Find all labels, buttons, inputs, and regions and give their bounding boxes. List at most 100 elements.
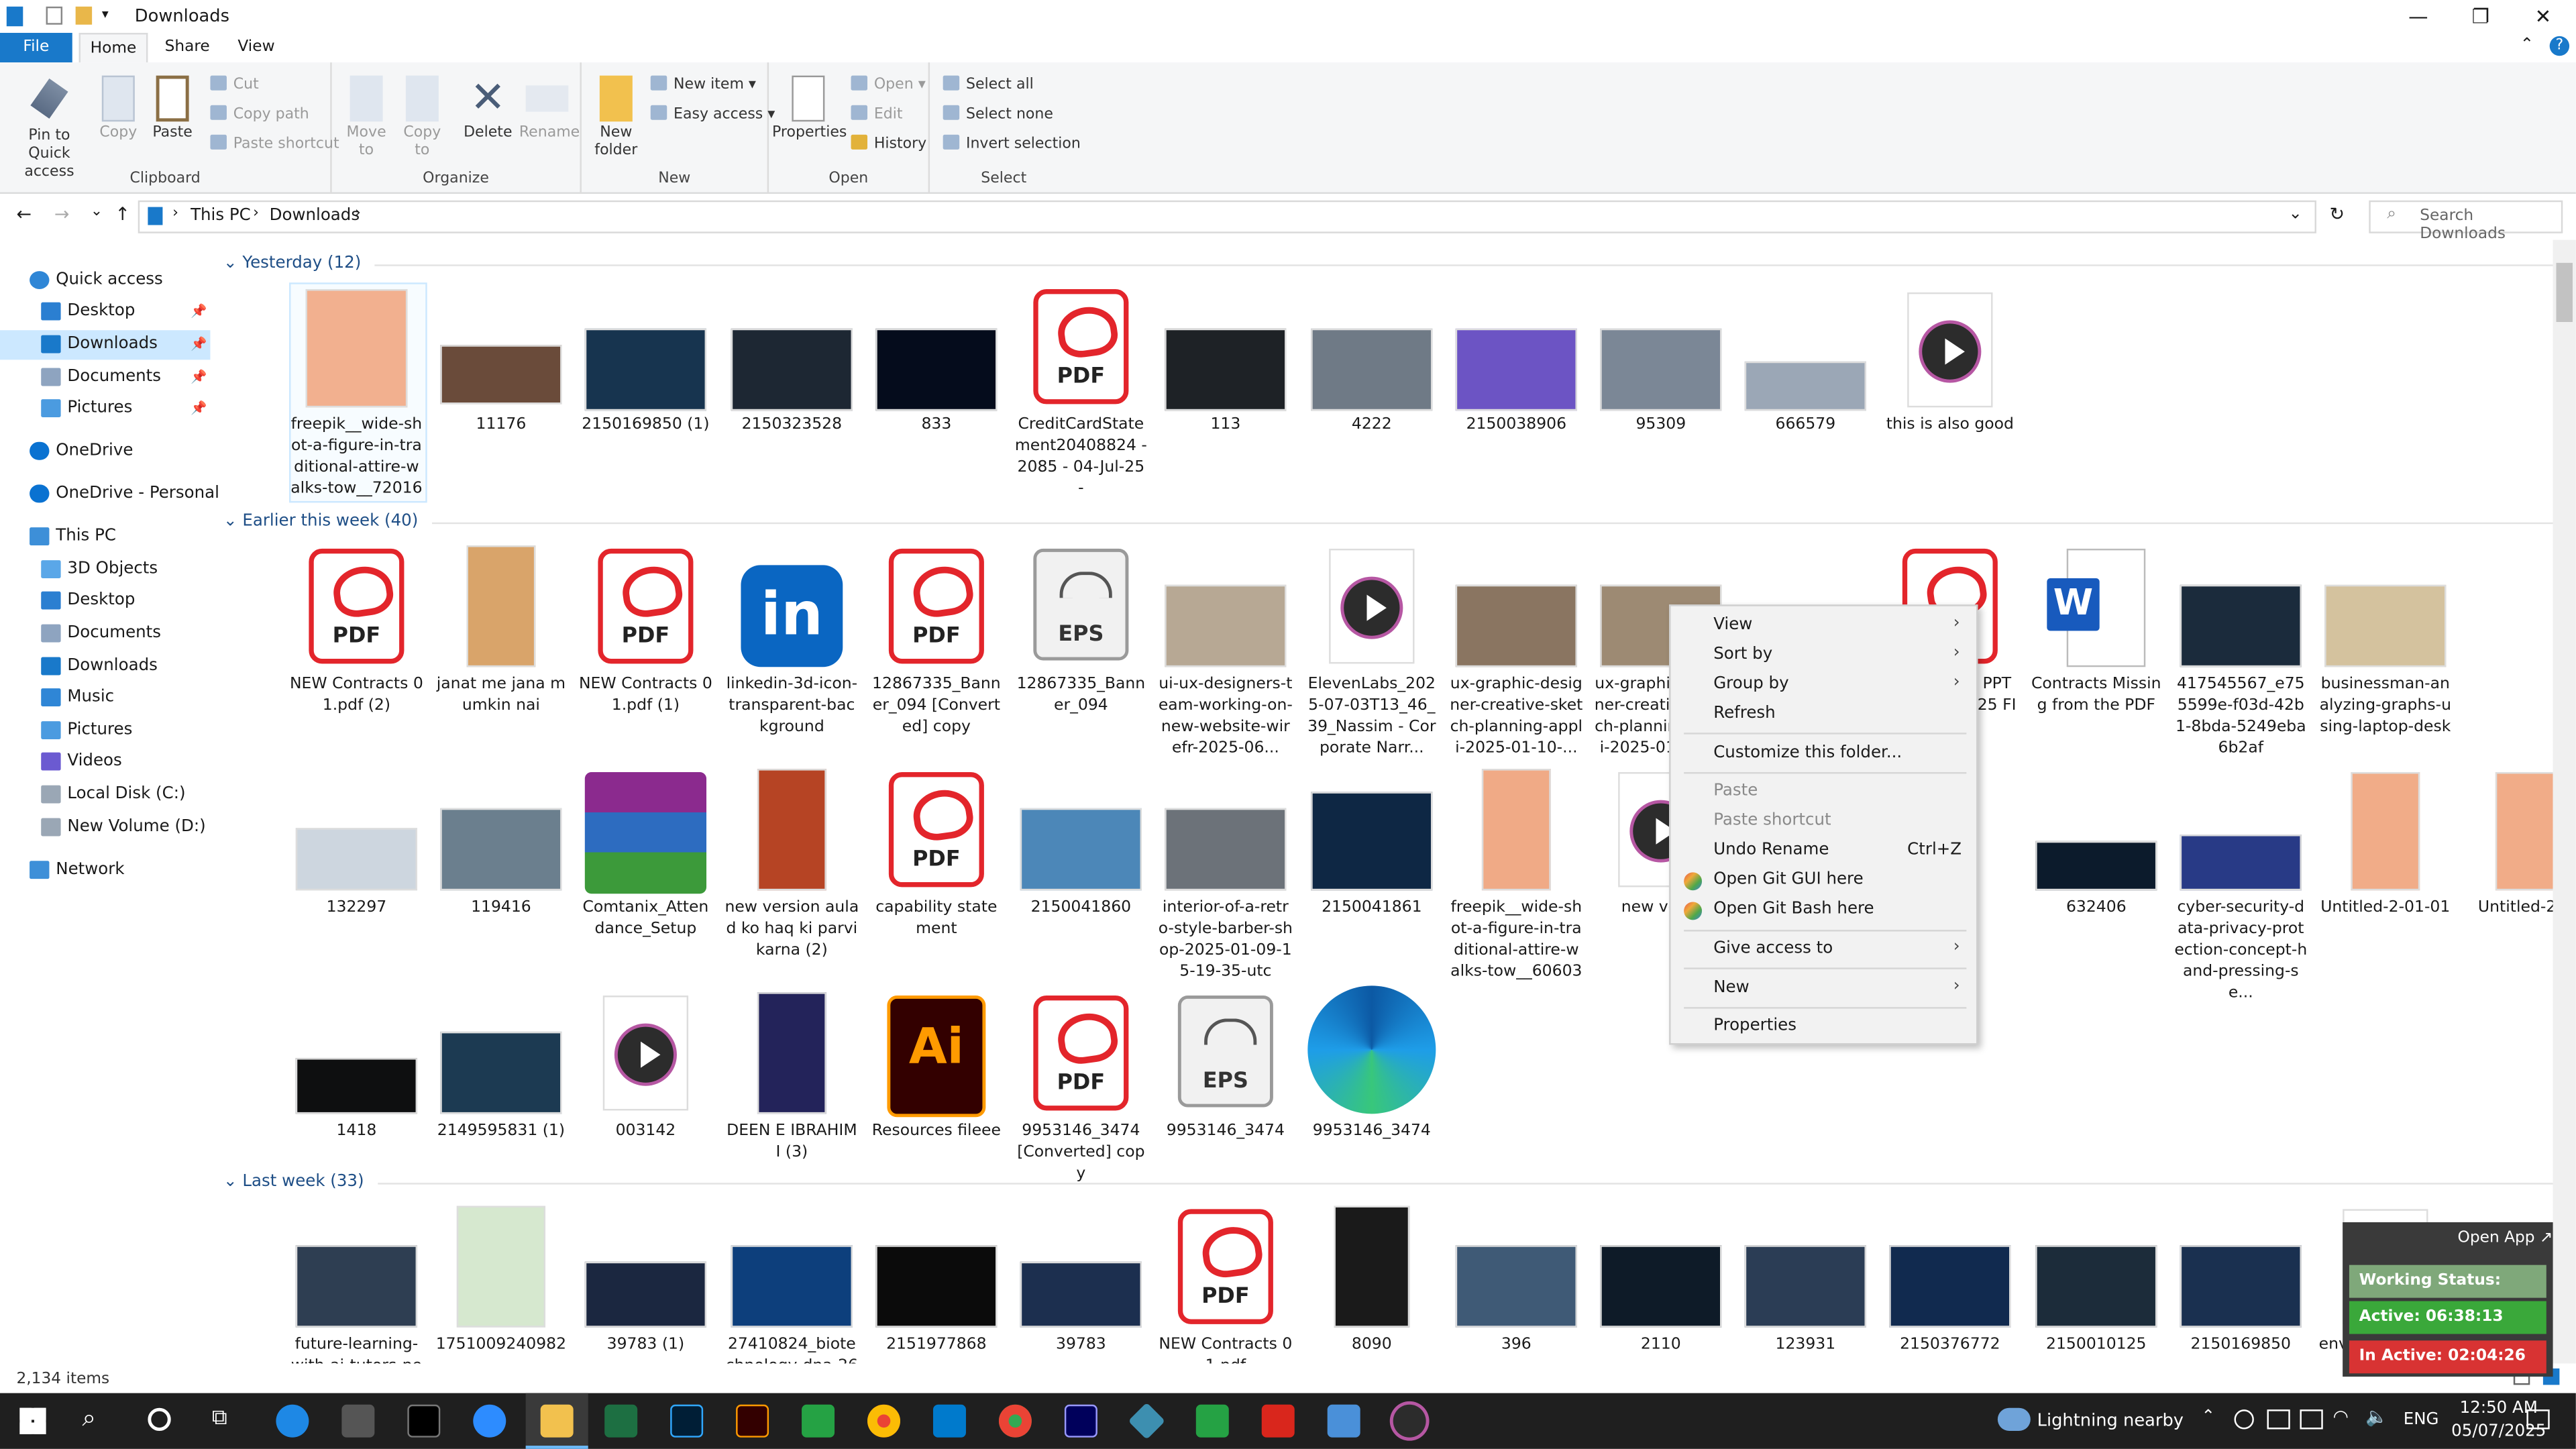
maximize-button[interactable]: ❐ xyxy=(2451,0,2510,33)
nav-pc-documents[interactable]: Documents xyxy=(41,619,161,649)
scrollbar-thumb[interactable] xyxy=(2556,262,2573,322)
language-indicator[interactable]: ENG xyxy=(2404,1411,2439,1430)
vscode-taskbar-icon[interactable] xyxy=(932,1404,966,1438)
history-button[interactable]: History xyxy=(851,134,926,153)
up-arrow-icon[interactable]: ↑ xyxy=(115,204,130,225)
address-dropdown-icon[interactable]: ⌄ xyxy=(2288,205,2302,223)
nav-onedrive[interactable]: OneDrive xyxy=(30,437,133,466)
nav-pc-new-volume[interactable]: New Volume (D:) xyxy=(41,813,206,843)
chrome-profile-taskbar-icon[interactable] xyxy=(998,1404,1032,1438)
collapse-ribbon-icon[interactable]: ⌃ xyxy=(2520,36,2534,54)
menu-paste[interactable]: Paste xyxy=(1713,782,1758,800)
new-folder-button[interactable]: New folder xyxy=(588,75,644,161)
nav-qa-downloads[interactable]: Downloads 📌 xyxy=(41,330,207,360)
group-header-earlier-this-week[interactable]: ⌄ Earlier this week (40) xyxy=(223,513,2553,531)
pen-taskbar-icon[interactable] xyxy=(341,1404,375,1438)
task-view-icon[interactable]: ⧉ xyxy=(212,1406,227,1431)
move-to-button[interactable]: Move to xyxy=(341,75,390,161)
windows-start-icon[interactable] xyxy=(19,1407,46,1434)
minimize-button[interactable]: — xyxy=(2389,0,2448,33)
tab-home[interactable]: Home xyxy=(78,32,148,63)
menu-paste-shortcut[interactable]: Paste shortcut xyxy=(1713,812,1831,830)
menu-customize-folder[interactable]: Customize this folder... xyxy=(1713,744,1902,762)
file-item[interactable]: PDF 9953146_3474 [Converted] copy xyxy=(1014,240,1148,1183)
new-item-button[interactable]: New item ▾ xyxy=(650,75,756,94)
weather-icon[interactable] xyxy=(1997,1407,2031,1431)
cut-button[interactable]: Cut xyxy=(210,75,259,94)
nav-onedrive-personal[interactable]: OneDrive - Personal xyxy=(30,480,219,509)
calculator-taskbar-icon[interactable] xyxy=(1327,1404,1360,1438)
menu-undo-rename[interactable]: Undo Rename xyxy=(1713,841,1829,859)
invert-selection-button[interactable]: Invert selection xyxy=(943,134,1081,153)
copy-to-button[interactable]: Copy to xyxy=(398,75,447,161)
cortana-icon[interactable] xyxy=(148,1407,171,1431)
menu-group-by[interactable]: Group by xyxy=(1713,675,1788,693)
help-icon[interactable]: ? xyxy=(2549,36,2570,56)
breadcrumb-this-pc[interactable]: This PC xyxy=(191,207,251,225)
menu-view[interactable]: View xyxy=(1713,616,1752,634)
nav-pc-local-disk[interactable]: Local Disk (C:) xyxy=(41,780,186,810)
tab-view[interactable]: View xyxy=(223,33,289,62)
breadcrumb-chevron-icon[interactable]: › xyxy=(172,205,178,221)
back-arrow-icon[interactable]: ← xyxy=(16,204,32,225)
nav-pc-3d-objects[interactable]: 3D Objects xyxy=(41,555,158,585)
edit-button[interactable]: Edit xyxy=(851,105,903,123)
green-app-taskbar-icon[interactable] xyxy=(802,1404,835,1438)
premiere-taskbar-icon[interactable] xyxy=(1064,1404,1097,1438)
forward-arrow-icon[interactable]: → xyxy=(54,204,70,225)
nav-this-pc[interactable]: This PC xyxy=(30,523,116,552)
tray-monitor-icon[interactable] xyxy=(2267,1409,2290,1430)
photoshop-taskbar-icon[interactable] xyxy=(670,1404,704,1438)
excel-taskbar-icon[interactable] xyxy=(604,1404,638,1438)
taskbar-search-icon[interactable]: ⌕ xyxy=(82,1403,96,1432)
rename-button[interactable]: Rename xyxy=(519,76,580,143)
file-item[interactable]: PDF NEW Contracts 01.pdf xyxy=(1158,240,1293,1364)
nav-qa-documents[interactable]: Documents 📌 xyxy=(41,363,207,392)
tray-app-icon[interactable] xyxy=(2234,1409,2254,1430)
file-item[interactable]: PDF capability statement xyxy=(869,240,1004,938)
menu-sort-by[interactable]: Sort by xyxy=(1713,645,1772,663)
close-button[interactable]: ✕ xyxy=(2514,0,2573,33)
media-player-taskbar-icon[interactable] xyxy=(1393,1404,1426,1438)
select-none-button[interactable]: Select none xyxy=(943,105,1053,123)
nav-pc-music[interactable]: Music xyxy=(41,684,114,713)
search-input[interactable]: ⌕ Search Downloads xyxy=(2369,200,2563,243)
nav-pc-pictures[interactable]: Pictures xyxy=(41,716,132,746)
address-bar[interactable]: › This PC › Downloads › ⌄ xyxy=(138,200,2316,233)
refresh-icon[interactable]: ↻ xyxy=(2330,204,2345,225)
zoom-taskbar-icon[interactable] xyxy=(473,1404,506,1438)
menu-refresh[interactable]: Refresh xyxy=(1713,705,1775,723)
file-explorer-taskbar-icon[interactable] xyxy=(540,1404,574,1438)
open-button[interactable]: Open ▾ xyxy=(851,75,926,94)
battery-icon[interactable] xyxy=(2300,1409,2323,1430)
nav-quick-access[interactable]: Quick access xyxy=(30,266,163,296)
terminal-taskbar-icon[interactable] xyxy=(407,1404,441,1438)
recent-locations-icon[interactable]: ⌄ xyxy=(91,204,103,220)
vertical-scrollbar[interactable] xyxy=(2553,239,2576,1364)
file-item[interactable]: PDFAVENUE 18 PPT 14 - MAY 2025 FINALL xyxy=(1882,240,2017,736)
file-item[interactable]: new voice xyxy=(1593,240,1728,916)
volume-icon[interactable]: 🔈 xyxy=(2365,1406,2388,1428)
menu-open-git-gui[interactable]: Open Git GUI here xyxy=(1713,871,1863,889)
show-hidden-icons-icon[interactable]: ⌃ xyxy=(2202,1408,2216,1426)
copy-path-button[interactable]: Copy path xyxy=(210,105,309,123)
breadcrumb-downloads[interactable]: Downloads xyxy=(270,207,360,225)
app-diamond-taskbar-icon[interactable] xyxy=(1128,1402,1166,1440)
menu-give-access[interactable]: Give access to xyxy=(1713,940,1833,958)
nav-network[interactable]: Network xyxy=(30,856,125,885)
nav-pc-videos[interactable]: Videos xyxy=(41,747,122,777)
edge-taskbar-icon[interactable] xyxy=(276,1404,309,1438)
tab-share[interactable]: Share xyxy=(154,33,220,62)
menu-new[interactable]: New xyxy=(1713,979,1749,998)
file-item[interactable]: envato_video_gen_Jun_26 xyxy=(2318,240,2453,1364)
pin-to-quick-access-button[interactable]: Pin to Quick access xyxy=(7,76,92,182)
select-all-button[interactable]: Select all xyxy=(943,75,1034,94)
open-app-button[interactable]: Open App ↗ xyxy=(2458,1229,2553,1247)
copy-button[interactable]: Copy xyxy=(95,75,142,143)
nav-qa-pictures[interactable]: Pictures 📌 xyxy=(41,394,207,424)
easy-access-button[interactable]: Easy access ▾ xyxy=(650,105,775,123)
breadcrumb-chevron-icon[interactable]: › xyxy=(253,205,259,221)
properties-button[interactable]: Properties xyxy=(772,75,847,143)
properties-icon[interactable] xyxy=(46,6,63,25)
illustrator-taskbar-icon[interactable] xyxy=(736,1404,769,1438)
